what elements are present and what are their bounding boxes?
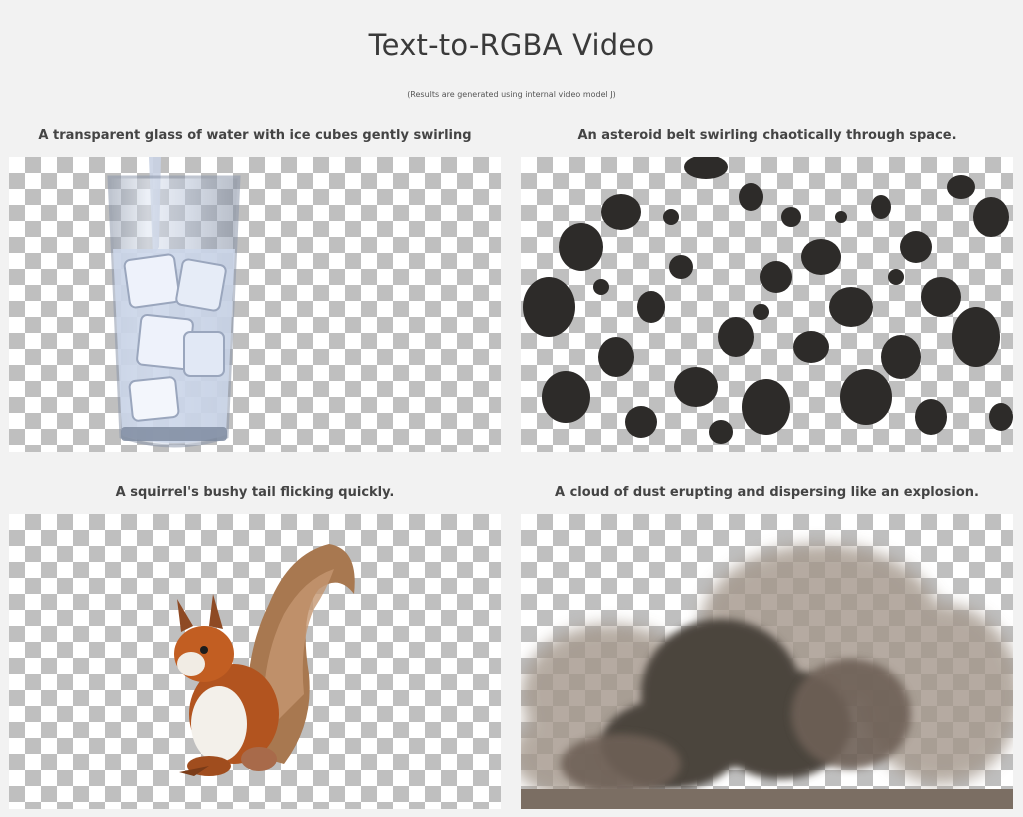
squirrel-image	[174, 544, 355, 776]
dust-cloud-image	[521, 544, 1013, 809]
page-title: Text-to-RGBA Video	[368, 28, 655, 62]
video-caption-glass: A transparent glass of water with ice cu…	[38, 128, 472, 143]
asteroids-image	[523, 157, 1013, 444]
video-caption-squirrel: A squirrel's bushy tail flicking quickly…	[115, 485, 395, 500]
page-subtitle: (Results are generated using internal vi…	[407, 90, 616, 99]
glass-of-water-image	[107, 157, 241, 448]
page: Text-to-RGBA Video (Results are generate…	[0, 0, 1023, 817]
video-asteroids[interactable]	[521, 157, 1013, 452]
video-squirrel[interactable]	[9, 514, 501, 809]
video-caption-asteroids: An asteroid belt swirling chaotically th…	[577, 128, 957, 143]
video-caption-dust-cloud: A cloud of dust erupting and dispersing …	[555, 485, 979, 500]
video-glass-of-water[interactable]	[9, 157, 501, 452]
video-dust-cloud[interactable]	[521, 514, 1013, 809]
